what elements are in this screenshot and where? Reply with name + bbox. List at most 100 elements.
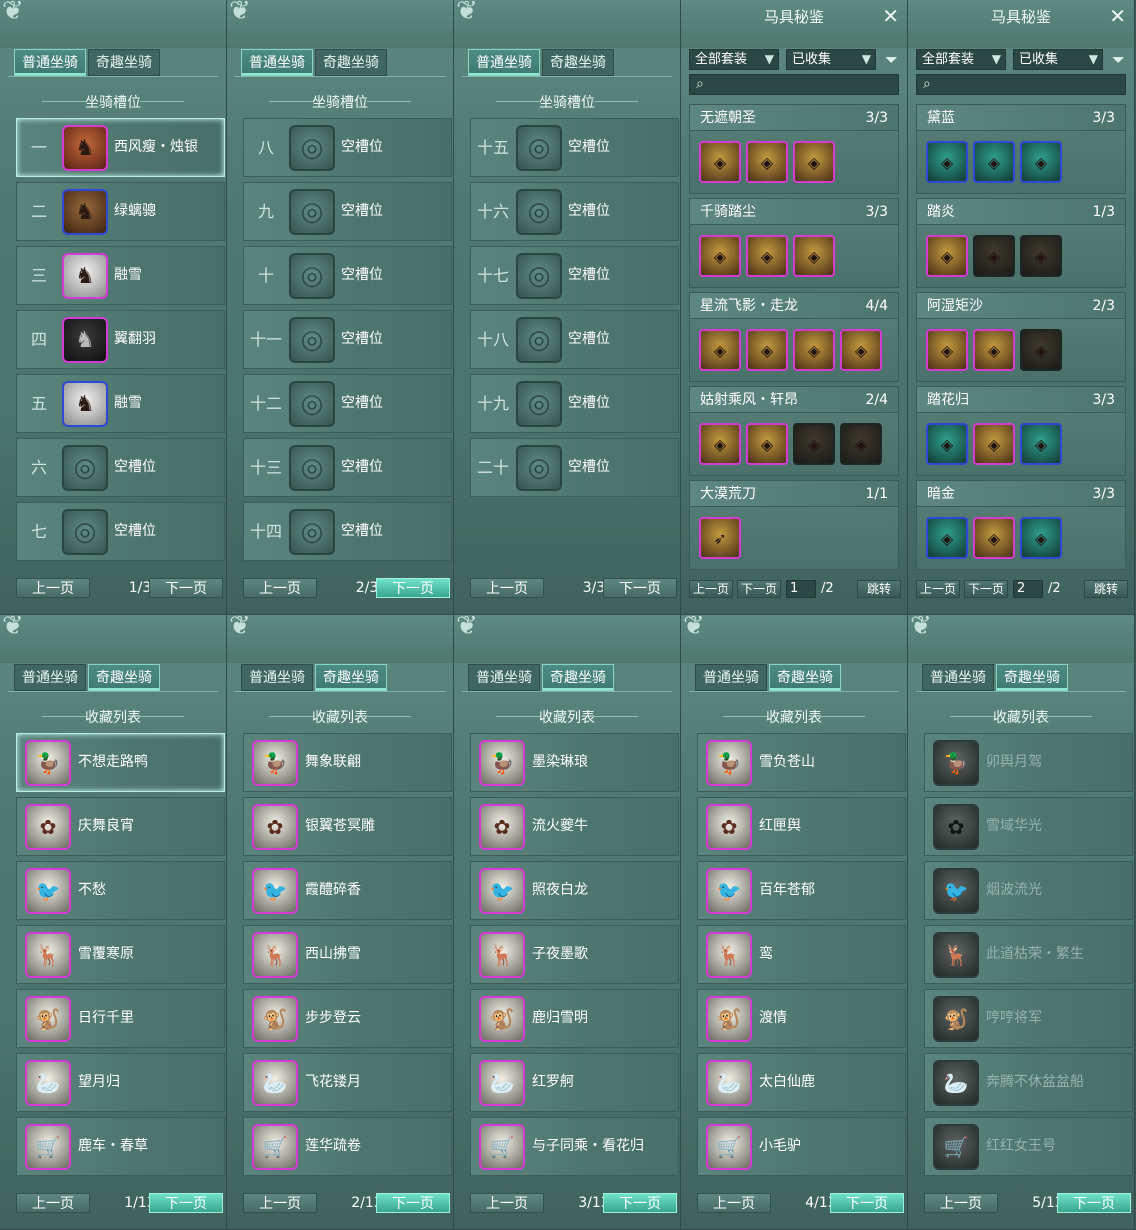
- collection-item[interactable]: 🛒 小毛驴: [697, 1117, 906, 1176]
- search-input[interactable]: ⌕: [689, 74, 899, 95]
- tab-normal-mounts[interactable]: 普通坐骑: [468, 664, 540, 691]
- next-page-button[interactable]: 下一页: [603, 1193, 677, 1213]
- harness-item-icon[interactable]: ◈: [840, 329, 882, 371]
- tab-normal-mounts[interactable]: 普通坐骑: [468, 49, 540, 76]
- collection-item[interactable]: 🐦 照夜白龙: [470, 861, 679, 920]
- next-page-button[interactable]: 下一页: [964, 580, 1008, 598]
- harness-item-icon[interactable]: ◈: [1020, 235, 1062, 277]
- set-filter-dropdown[interactable]: 全部套装 ▼: [916, 49, 1006, 70]
- harness-item-icon[interactable]: ◈: [926, 517, 968, 559]
- harness-set[interactable]: 无遮朝圣 3/3 ◈ ◈ ◈: [689, 104, 899, 194]
- collected-filter-dropdown[interactable]: 已收集 ▼: [1013, 49, 1103, 70]
- tab-normal-mounts[interactable]: 普通坐骑: [14, 664, 86, 691]
- harness-item-icon[interactable]: ◈: [1020, 423, 1062, 465]
- collection-item[interactable]: ✿ 庆舞良宵: [16, 797, 225, 856]
- collection-item[interactable]: 🐦 百年苍郁: [697, 861, 906, 920]
- collection-item[interactable]: 🛒 与子同乘・看花归: [470, 1117, 679, 1176]
- harness-item-icon[interactable]: ◈: [746, 141, 788, 183]
- harness-item-icon[interactable]: ◈: [973, 141, 1015, 183]
- harness-set[interactable]: 阿湿矩沙 2/3 ◈ ◈ ◈: [916, 292, 1126, 382]
- collection-item[interactable]: 🐒 鹿归雪明: [470, 989, 679, 1048]
- harness-item-icon[interactable]: ◈: [793, 329, 835, 371]
- prev-page-button[interactable]: 上一页: [689, 580, 733, 598]
- harness-item-icon[interactable]: ◈: [926, 329, 968, 371]
- collection-item[interactable]: 🐒 哼哼将军: [924, 989, 1133, 1048]
- harness-item-icon[interactable]: ◈: [746, 423, 788, 465]
- collection-item[interactable]: 🦌 子夜墨歌: [470, 925, 679, 984]
- harness-item-icon[interactable]: ◈: [699, 141, 741, 183]
- collection-item[interactable]: 🐒 渡情: [697, 989, 906, 1048]
- next-page-button[interactable]: 下一页: [149, 578, 223, 598]
- mount-slot[interactable]: 十一 ◎ 空槽位: [243, 310, 452, 369]
- harness-item-icon[interactable]: ◈: [973, 517, 1015, 559]
- collection-item[interactable]: ✿ 流火夔牛: [470, 797, 679, 856]
- collection-item[interactable]: ✿ 银翼苍冥雕: [243, 797, 452, 856]
- tab-fun-mounts[interactable]: 奇趣坐骑: [542, 49, 614, 76]
- collection-item[interactable]: 🦌 雪覆寒原: [16, 925, 225, 984]
- collection-item[interactable]: 🦌 此道枯荣・繁生: [924, 925, 1133, 984]
- collection-item[interactable]: 🦌 西山拂雪: [243, 925, 452, 984]
- collection-item[interactable]: 🦆 舞象联翩: [243, 733, 452, 792]
- next-page-button[interactable]: 下一页: [1057, 1193, 1131, 1213]
- harness-item-icon[interactable]: ◈: [1020, 329, 1062, 371]
- harness-item-icon[interactable]: ◈: [746, 235, 788, 277]
- mount-slot[interactable]: 一 ♞ 西风瘦・烛银: [16, 118, 225, 177]
- harness-item-icon[interactable]: ◈: [793, 141, 835, 183]
- mount-slot[interactable]: 十三 ◎ 空槽位: [243, 438, 452, 497]
- collection-item[interactable]: ✿ 雪域华光: [924, 797, 1133, 856]
- harness-set[interactable]: 大漠荒刀 1/1 ➶: [689, 480, 899, 570]
- mount-slot[interactable]: 二 ♞ 绿螭骢: [16, 182, 225, 241]
- mount-slot[interactable]: 十八 ◎ 空槽位: [470, 310, 679, 369]
- search-input[interactable]: ⌕: [916, 74, 1126, 95]
- next-page-button[interactable]: 下一页: [603, 578, 677, 598]
- harness-set[interactable]: 姑射乘风・轩昂 2/4 ◈ ◈ ◈ ◈: [689, 386, 899, 476]
- collection-item[interactable]: 🦢 红罗舸: [470, 1053, 679, 1112]
- prev-page-button[interactable]: 上一页: [916, 580, 960, 598]
- harness-set[interactable]: 踏花归 3/3 ◈ ◈ ◈: [916, 386, 1126, 476]
- mount-slot[interactable]: 十 ◎ 空槽位: [243, 246, 452, 305]
- collection-item[interactable]: 🐦 烟波流光: [924, 861, 1133, 920]
- prev-page-button[interactable]: 上一页: [924, 1193, 998, 1213]
- harness-item-icon[interactable]: ◈: [973, 423, 1015, 465]
- tab-fun-mounts[interactable]: 奇趣坐骑: [315, 664, 387, 691]
- harness-item-icon[interactable]: ◈: [793, 235, 835, 277]
- prev-page-button[interactable]: 上一页: [243, 1193, 317, 1213]
- collection-item[interactable]: 🦢 太白仙鹿: [697, 1053, 906, 1112]
- mount-slot[interactable]: 十六 ◎ 空槽位: [470, 182, 679, 241]
- mount-slot[interactable]: 七 ◎ 空槽位: [16, 502, 225, 561]
- collection-item[interactable]: 🦆 雪负苍山: [697, 733, 906, 792]
- mount-slot[interactable]: 十二 ◎ 空槽位: [243, 374, 452, 433]
- tab-fun-mounts[interactable]: 奇趣坐骑: [88, 49, 160, 76]
- prev-page-button[interactable]: 上一页: [470, 1193, 544, 1213]
- harness-item-icon[interactable]: ➶: [699, 517, 741, 559]
- harness-item-icon[interactable]: ◈: [1020, 517, 1062, 559]
- harness-item-icon[interactable]: ◈: [840, 423, 882, 465]
- tab-normal-mounts[interactable]: 普通坐骑: [922, 664, 994, 691]
- collection-item[interactable]: 🦆 不想走路鸭: [16, 733, 225, 792]
- collection-item[interactable]: 🐒 步步登云: [243, 989, 452, 1048]
- next-page-button[interactable]: 下一页: [376, 1193, 450, 1213]
- set-filter-dropdown[interactable]: 全部套装 ▼: [689, 49, 779, 70]
- collection-item[interactable]: 🐦 霞醴碎香: [243, 861, 452, 920]
- tab-fun-mounts[interactable]: 奇趣坐骑: [315, 49, 387, 76]
- close-icon[interactable]: ✕: [1109, 4, 1126, 28]
- filter-icon[interactable]: ⏷: [885, 50, 898, 70]
- mount-slot[interactable]: 十七 ◎ 空槽位: [470, 246, 679, 305]
- mount-slot[interactable]: 四 ♞ 翼翻羽: [16, 310, 225, 369]
- prev-page-button[interactable]: 上一页: [697, 1193, 771, 1213]
- tab-fun-mounts[interactable]: 奇趣坐骑: [88, 664, 160, 691]
- harness-item-icon[interactable]: ◈: [926, 235, 968, 277]
- harness-set[interactable]: 星流飞影・走龙 4/4 ◈ ◈ ◈ ◈: [689, 292, 899, 382]
- collection-item[interactable]: 🦌 鸾: [697, 925, 906, 984]
- close-icon[interactable]: ✕: [882, 4, 899, 28]
- harness-item-icon[interactable]: ◈: [793, 423, 835, 465]
- next-page-button[interactable]: 下一页: [830, 1193, 904, 1213]
- collection-item[interactable]: 🐦 不愁: [16, 861, 225, 920]
- collection-item[interactable]: 🦆 卯舆月驾: [924, 733, 1133, 792]
- harness-item-icon[interactable]: ◈: [926, 141, 968, 183]
- harness-item-icon[interactable]: ◈: [926, 423, 968, 465]
- tab-normal-mounts[interactable]: 普通坐骑: [695, 664, 767, 691]
- jump-button[interactable]: 跳转: [857, 580, 901, 598]
- collection-item[interactable]: ✿ 红匣舆: [697, 797, 906, 856]
- collection-item[interactable]: 🦆 墨染琳琅: [470, 733, 679, 792]
